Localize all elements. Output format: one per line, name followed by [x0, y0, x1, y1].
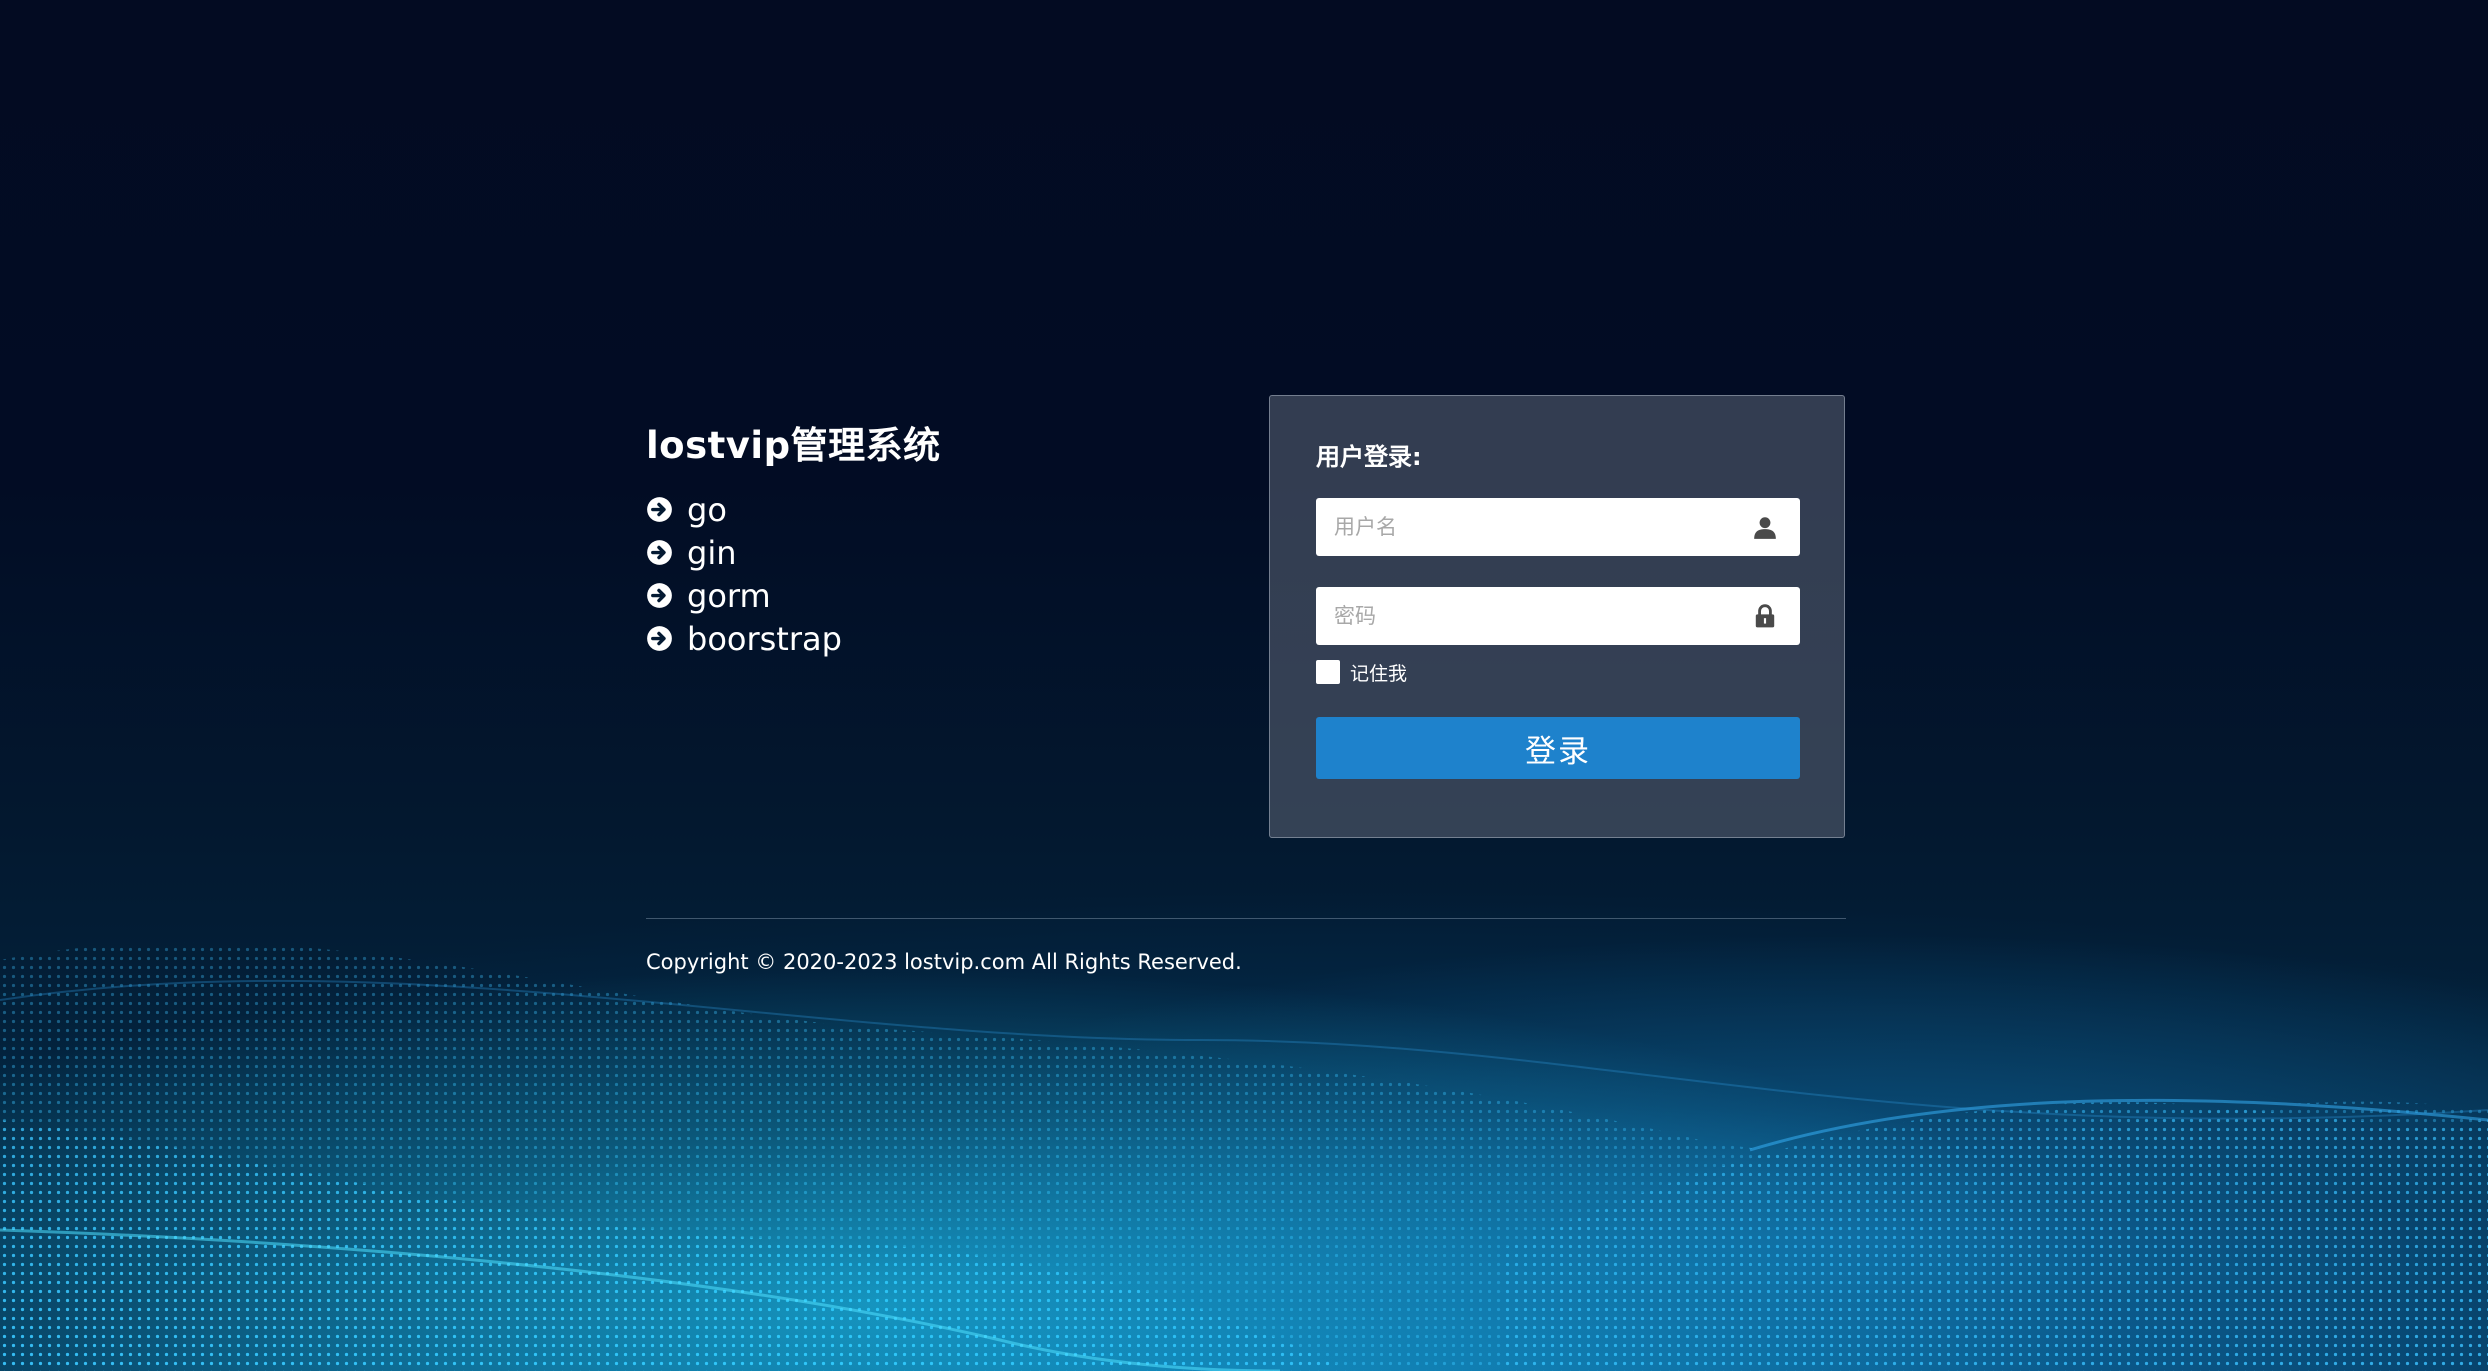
background-wave-graphic — [0, 700, 2488, 1371]
feature-list: go gin gorm boorstrap — [646, 488, 1206, 660]
footer-divider — [646, 918, 1846, 919]
feature-label: go — [687, 490, 727, 529]
remember-me-checkbox[interactable] — [1316, 660, 1340, 684]
password-field-wrapper — [1316, 587, 1800, 645]
copyright-text: Copyright © 2020-2023 lostvip.com All Ri… — [646, 950, 1242, 974]
login-button[interactable]: 登录 — [1316, 717, 1800, 779]
password-input[interactable] — [1316, 587, 1800, 645]
list-item: go — [646, 488, 1206, 531]
arrow-circle-right-icon — [647, 626, 672, 651]
feature-label: boorstrap — [687, 619, 842, 658]
remember-me[interactable]: 记住我 — [1316, 659, 1798, 685]
intro-section: lostvip管理系统 go gin gorm boorstrap — [646, 418, 1206, 660]
system-title: lostvip管理系统 — [646, 424, 941, 467]
lock-icon — [1755, 604, 1775, 628]
username-field-wrapper — [1316, 498, 1800, 556]
arrow-circle-right-icon — [647, 540, 672, 565]
list-item: boorstrap — [646, 617, 1206, 660]
remember-me-label: 记住我 — [1350, 662, 1408, 685]
user-icon — [1754, 517, 1776, 539]
list-item: gin — [646, 531, 1206, 574]
feature-label: gin — [687, 533, 737, 572]
list-item: gorm — [646, 574, 1206, 617]
login-panel: 用户登录: 记住我 登录 — [1269, 395, 1845, 838]
feature-label: gorm — [687, 576, 771, 615]
login-heading: 用户登录: — [1316, 443, 1422, 471]
username-input[interactable] — [1316, 498, 1800, 556]
arrow-circle-right-icon — [647, 497, 672, 522]
arrow-circle-right-icon — [647, 583, 672, 608]
